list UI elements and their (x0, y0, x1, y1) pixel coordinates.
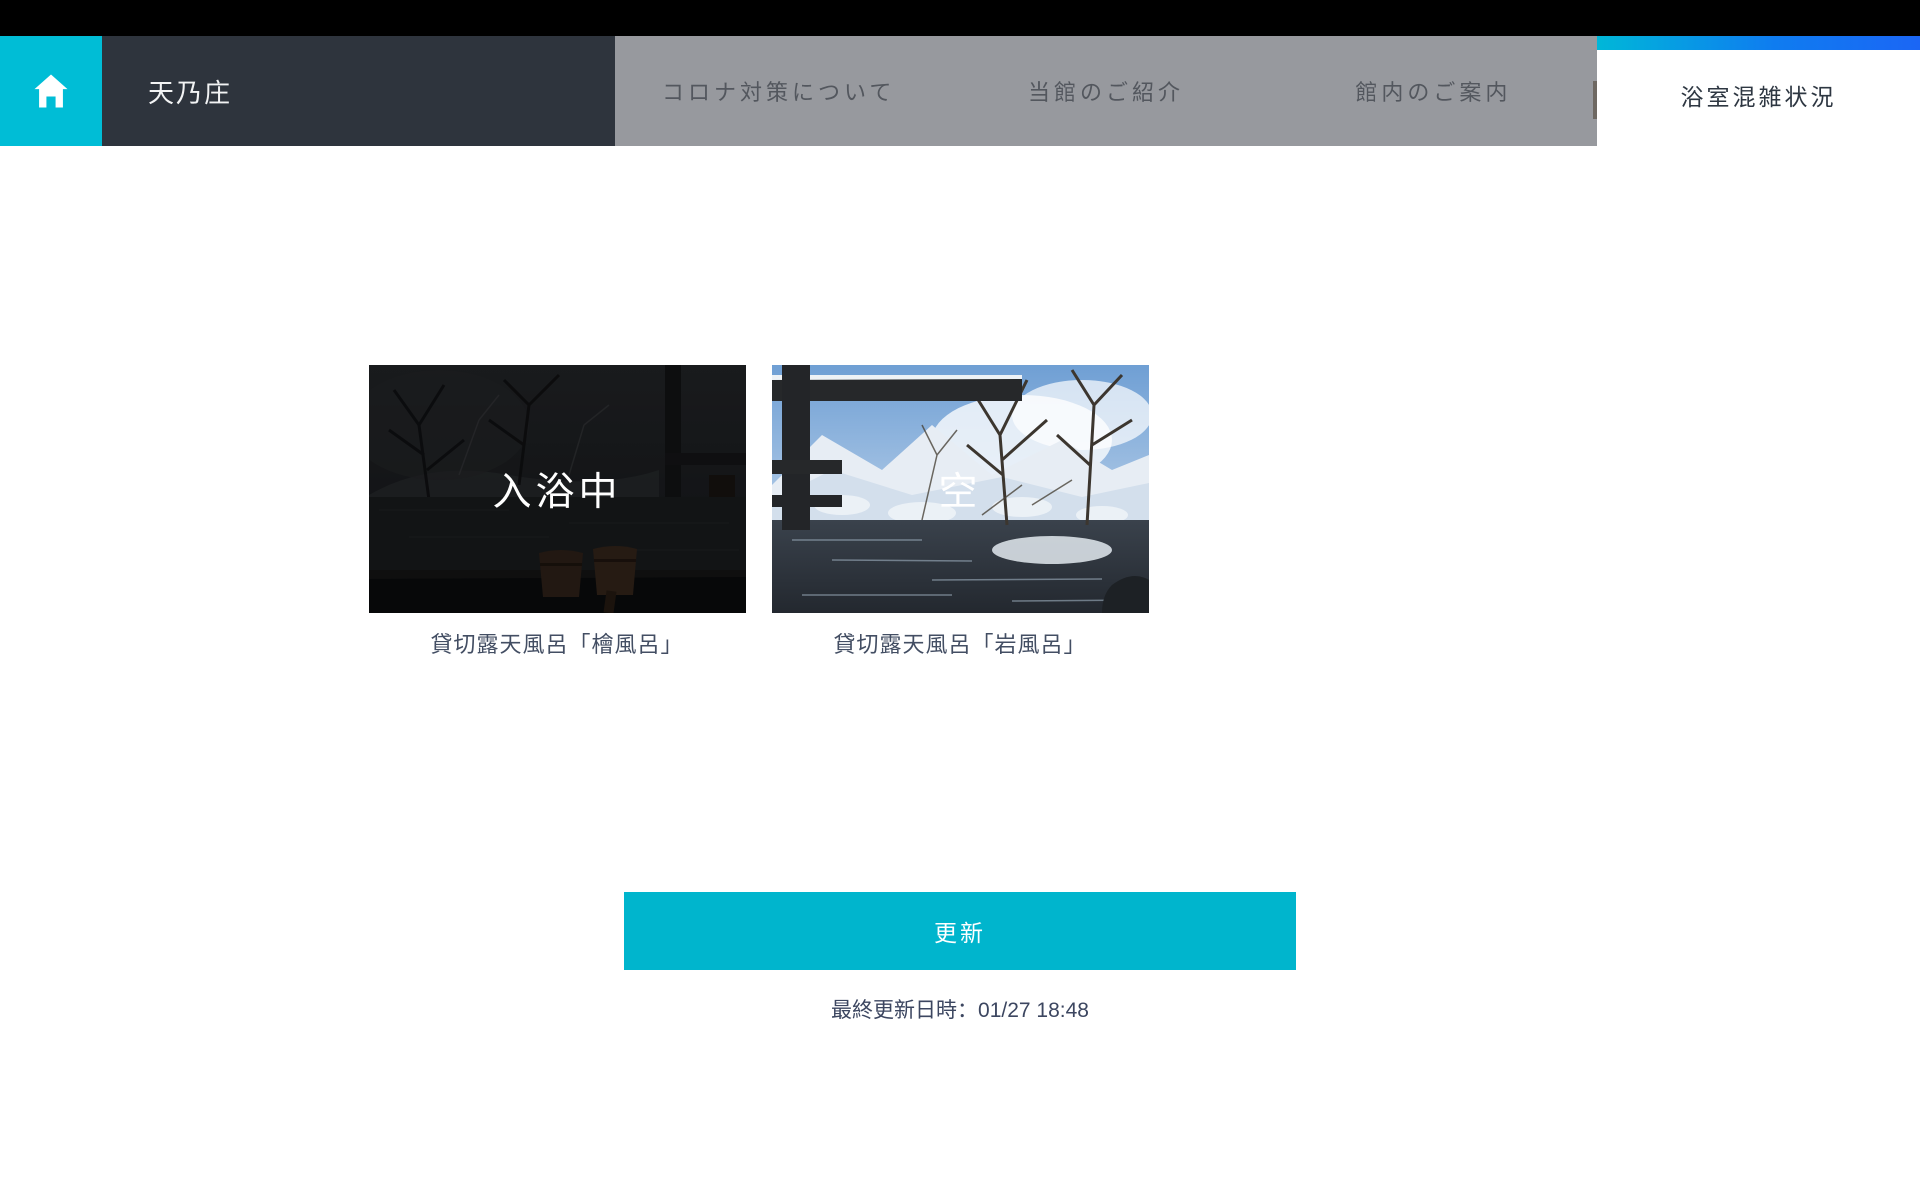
bath-caption-iwa: 貸切露天風呂「岩風呂」 (772, 627, 1149, 659)
update-button[interactable]: 更新 (624, 892, 1296, 970)
active-tab-label: 浴室混雑状況 (1681, 78, 1837, 112)
nav-item-label: 館内のご案内 (1355, 75, 1511, 107)
bath-caption-hinoki: 貸切露天風呂「檜風呂」 (369, 627, 746, 659)
bath-card-iwa: 空 貸切露天風呂「岩風呂」 (772, 365, 1149, 659)
home-button[interactable] (0, 36, 102, 146)
last-updated-timestamp: 最終更新日時：01/27 18:48 (369, 994, 1552, 1024)
bath-grid: 入浴中 貸切露天風呂「檜風呂」 (369, 365, 1552, 659)
nav-item-label: コロナ対策について (662, 75, 895, 107)
bath-card-empty-slot (1175, 365, 1552, 659)
home-icon (29, 69, 73, 113)
top-black-bar (0, 0, 1920, 36)
active-tab-accent-strip (1597, 36, 1920, 50)
bath-status-iwa: 空 (772, 365, 1149, 613)
nav-item-about[interactable]: 当館のご紹介 (942, 36, 1269, 146)
clipped-nav-fragment (1593, 81, 1597, 119)
nav-item-label: 当館のご紹介 (1028, 75, 1184, 107)
tab-bath-status-active[interactable]: 浴室混雑状況 (1597, 36, 1920, 146)
nav-group: コロナ対策について 当館のご紹介 館内のご案内 (615, 36, 1597, 146)
site-title: 天乃庄 (102, 36, 615, 146)
iwa-bath-photo: 空 (772, 365, 1149, 613)
site-title-label: 天乃庄 (148, 73, 232, 110)
navbar: 天乃庄 コロナ対策について 当館のご紹介 館内のご案内 浴室混雑状況 (0, 36, 1920, 146)
nav-item-guide[interactable]: 館内のご案内 (1270, 36, 1597, 146)
bath-card-hinoki: 入浴中 貸切露天風呂「檜風呂」 (369, 365, 746, 659)
hinoki-bath-photo: 入浴中 (369, 365, 746, 613)
main-content: 入浴中 貸切露天風呂「檜風呂」 (369, 365, 1552, 1024)
nav-item-corona[interactable]: コロナ対策について (615, 36, 942, 146)
bath-status-hinoki: 入浴中 (369, 365, 746, 613)
